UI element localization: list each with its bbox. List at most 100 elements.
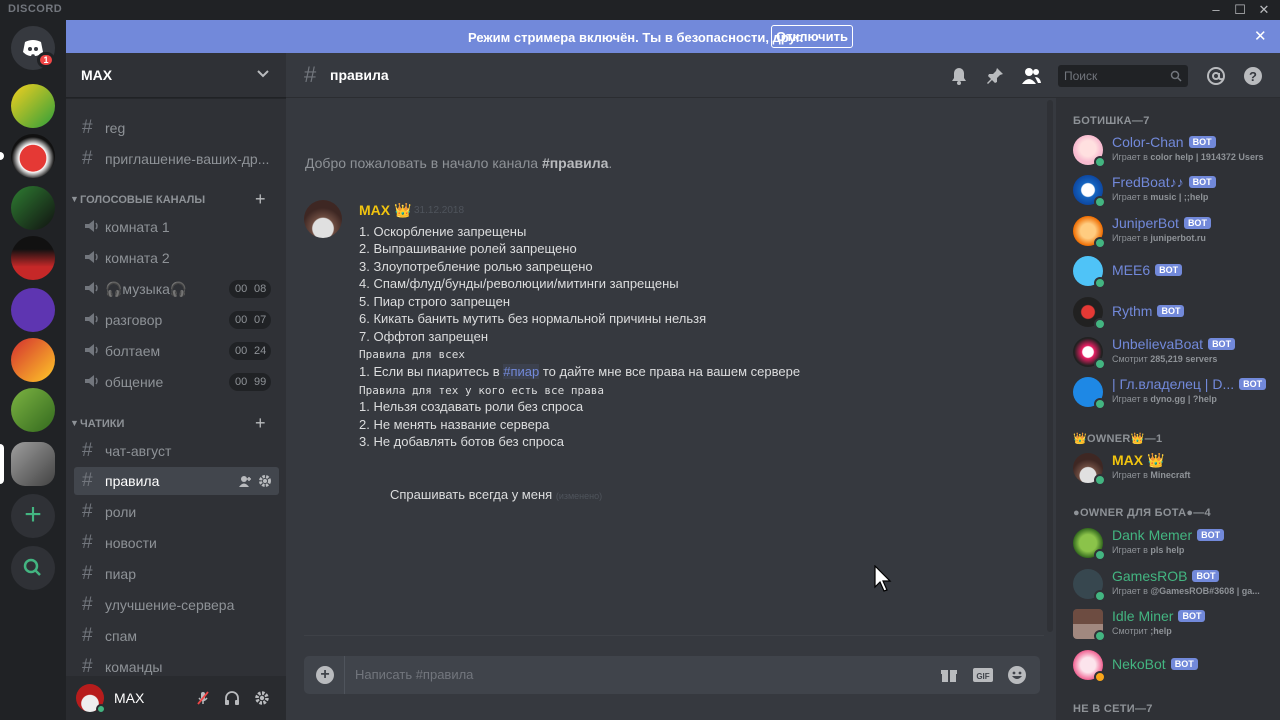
- channel-label: улучшение-сервера: [105, 597, 235, 613]
- channel-label: комната 1: [105, 219, 170, 235]
- server-icon-max[interactable]: [11, 442, 55, 486]
- app-brand: DISCORD: [8, 3, 63, 15]
- channel-reg[interactable]: # reg: [74, 114, 279, 142]
- scrollbar[interactable]: [1047, 100, 1053, 632]
- discover-search-icon[interactable]: [11, 546, 55, 590]
- category-voice[interactable]: ▼ ГОЛОСОВЫЕ КАНАЛЫ +: [70, 189, 280, 209]
- member-item[interactable]: MEE6 BOT: [1064, 251, 1276, 291]
- server-icon-vip[interactable]: [11, 84, 55, 128]
- banner-close-icon[interactable]: ✕: [1254, 27, 1267, 45]
- online-status-icon: [1094, 318, 1106, 330]
- minimize-button[interactable]: –: [1204, 0, 1228, 20]
- member-item[interactable]: GamesROB BOT Играет в @GamesROB#3608 | ga…: [1064, 564, 1276, 604]
- voice-channel-chatting[interactable]: болтаем 00 24: [74, 337, 279, 365]
- add-server-icon[interactable]: +: [11, 494, 55, 538]
- inline-code: Правила для всех: [359, 348, 465, 361]
- message-input[interactable]: + Написать #правила GIF: [304, 656, 1040, 694]
- user-limit-counter: 00 99: [229, 373, 271, 391]
- member-name: FredBoat♪♪ BOT: [1112, 174, 1216, 190]
- gif-icon[interactable]: GIF: [972, 666, 994, 684]
- header-extension: Поиск ?: [1056, 53, 1280, 98]
- member-activity: Играет в color help | 1914372 Users: [1112, 152, 1264, 162]
- member-item[interactable]: UnbelievaBoat BOT Смотрит 285,219 servers: [1064, 332, 1276, 372]
- server-icon-mvet-chat[interactable]: [11, 288, 55, 332]
- upload-plus-icon[interactable]: +: [316, 666, 334, 684]
- channel-label: чат-август: [105, 443, 172, 459]
- hash-icon: #: [82, 470, 93, 491]
- channel-label: пиар: [105, 566, 136, 582]
- channel-news[interactable]: # новости: [74, 529, 279, 557]
- server-icon-russia-role[interactable]: [11, 236, 55, 280]
- server-header[interactable]: MAX: [66, 53, 286, 98]
- channel-roles[interactable]: # роли: [74, 498, 279, 526]
- pin-icon[interactable]: [984, 65, 1006, 87]
- server-icon-green[interactable]: [11, 388, 55, 432]
- channel-label: новости: [105, 535, 157, 551]
- message-author-avatar[interactable]: [304, 200, 342, 238]
- member-item[interactable]: Idle Miner BOT Смотрит ;help: [1064, 604, 1276, 644]
- add-channel-icon[interactable]: +: [255, 189, 266, 210]
- headphones-icon[interactable]: [224, 690, 240, 706]
- member-group-header: БОТИШКА—7: [1073, 115, 1150, 127]
- user-limit-counter: 00 24: [229, 342, 271, 360]
- channel-sidebar: MAX # reg # приглашение-ваших-др... ▼ ГО…: [66, 53, 286, 720]
- channel-server-boost[interactable]: # улучшение-сервера: [74, 591, 279, 619]
- mention-icon[interactable]: [1205, 65, 1227, 87]
- member-item[interactable]: Color-Chan BOT Играет в color help | 1914…: [1064, 130, 1276, 170]
- channel-mention[interactable]: #пиар: [503, 364, 540, 379]
- channel-rules[interactable]: # правила: [74, 467, 279, 495]
- voice-channel-room1[interactable]: комната 1: [74, 213, 279, 241]
- category-text[interactable]: ▼ ЧАТИКИ +: [70, 413, 280, 433]
- voice-channel-general[interactable]: общение 00 99: [74, 368, 279, 396]
- mute-mic-icon[interactable]: [195, 690, 211, 706]
- search-input[interactable]: Поиск: [1058, 65, 1188, 87]
- voice-channel-music[interactable]: 🎧музыка🎧 00 08: [74, 275, 279, 303]
- online-status-icon: [1094, 277, 1106, 289]
- bell-icon[interactable]: [948, 65, 970, 87]
- member-activity: Играет в juniperbot.ru: [1112, 233, 1206, 243]
- invite-icon[interactable]: [238, 474, 252, 488]
- channel-promo[interactable]: # пиар: [74, 560, 279, 588]
- add-channel-icon[interactable]: +: [255, 413, 266, 434]
- close-window-button[interactable]: ✕: [1252, 0, 1276, 20]
- message-author[interactable]: MAX 👑: [359, 202, 411, 219]
- member-item[interactable]: NekoBot BOT: [1064, 645, 1276, 685]
- chevron-down-icon: ▼: [70, 418, 79, 428]
- member-activity: Играет в music | ;;help: [1112, 192, 1209, 202]
- disable-streamer-button[interactable]: Отключить: [771, 25, 853, 48]
- hash-icon: #: [82, 532, 93, 553]
- gear-icon[interactable]: [258, 474, 272, 488]
- hash-icon: #: [304, 62, 317, 87]
- member-item[interactable]: Rythm BOT: [1064, 292, 1276, 332]
- member-item[interactable]: Dank Memer BOT Играет в pls help: [1064, 523, 1276, 563]
- member-group-header: 👑OWNER👑—1: [1073, 433, 1163, 445]
- member-item[interactable]: MAX 👑 Играет в Minecraft: [1064, 448, 1276, 488]
- channel-chat-august[interactable]: # чат-август: [74, 437, 279, 465]
- maximize-button[interactable]: ☐: [1228, 0, 1252, 20]
- emoji-icon[interactable]: [1007, 665, 1027, 685]
- voice-channel-talk[interactable]: разговор 00 07: [74, 306, 279, 334]
- gear-icon[interactable]: [254, 690, 270, 706]
- server-icon-pokeball[interactable]: [11, 134, 55, 178]
- member-item[interactable]: | Гл.владелец | D... BOT Играет в dyno.gg…: [1064, 372, 1276, 412]
- hash-icon: #: [82, 625, 93, 646]
- category-label: ГОЛОСОВЫЕ КАНАЛЫ: [80, 194, 206, 206]
- channel-label: приглашение-ваших-др...: [105, 151, 270, 167]
- member-item[interactable]: JuniperBot BOT Играет в juniperbot.ru: [1064, 211, 1276, 251]
- help-icon[interactable]: ?: [1242, 65, 1264, 87]
- server-list: 1 +: [0, 20, 66, 720]
- message-line: 7. Оффтоп запрещен: [359, 329, 489, 344]
- message-line: 2. Выпрашивание ролей запрещено: [359, 241, 577, 256]
- gift-icon[interactable]: [940, 666, 958, 684]
- username: MAX: [114, 690, 145, 706]
- channel-invites[interactable]: # приглашение-ваших-др...: [74, 145, 279, 173]
- online-status-icon: [1094, 474, 1106, 486]
- members-icon[interactable]: [1020, 65, 1042, 87]
- server-icon-moi[interactable]: [11, 338, 55, 382]
- chevron-down-icon: [257, 70, 269, 78]
- member-item[interactable]: FredBoat♪♪ BOT Играет в music | ;;help: [1064, 170, 1276, 210]
- message-line: 3. Злоупотребление ролью запрещено: [359, 259, 593, 274]
- server-icon-minecraft[interactable]: [11, 186, 55, 230]
- voice-channel-room2[interactable]: комната 2: [74, 244, 279, 272]
- channel-spam[interactable]: # спам: [74, 622, 279, 650]
